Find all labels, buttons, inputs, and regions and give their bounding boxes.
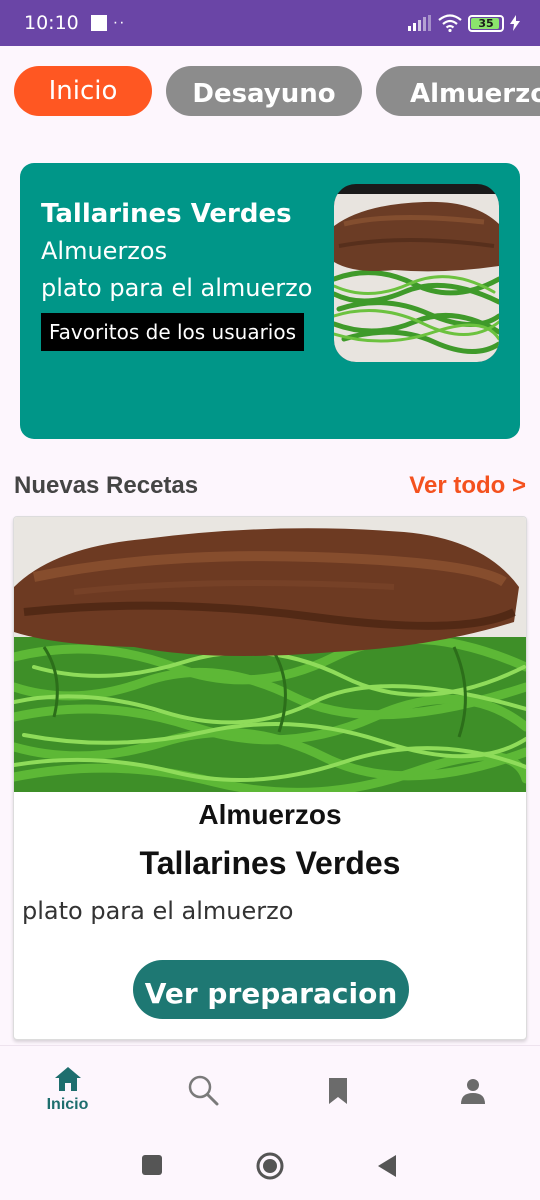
section-header: Nuevas Recetas Ver todo >	[14, 470, 526, 502]
system-navigation	[0, 1130, 540, 1200]
chip-almuerzos[interactable]: Almuerzos	[376, 66, 540, 116]
home-icon	[54, 1067, 81, 1091]
nav-item-inicio[interactable]: Inicio	[0, 1046, 135, 1131]
pasta-steak-photo-icon	[334, 184, 499, 362]
nav-item-profile[interactable]	[405, 1046, 540, 1131]
battery-level: 35	[478, 16, 494, 30]
status-bar: 10:10 ·· 35	[0, 0, 540, 46]
featured-image	[334, 184, 499, 362]
search-icon	[188, 1075, 218, 1106]
see-all-link[interactable]: Ver todo >	[409, 472, 526, 500]
featured-recipe-card[interactable]: Tallarines Verdes Almuerzos plato para e…	[20, 163, 520, 439]
nav-item-search[interactable]	[135, 1046, 270, 1131]
charging-icon	[510, 15, 520, 31]
recipe-title: Tallarines Verdes	[139, 845, 401, 881]
recipe-category: Almuerzos	[198, 799, 342, 830]
featured-description: plato para el almuerzo	[41, 274, 313, 302]
back-icon[interactable]	[376, 1154, 398, 1178]
battery-icon: 35	[468, 14, 504, 32]
pasta-steak-photo-icon	[14, 517, 526, 797]
recipe-card[interactable]: Almuerzos Tallarines Verdes plato para e…	[13, 516, 527, 1040]
status-time: 10:10	[24, 12, 79, 34]
notification-icon	[90, 15, 107, 31]
signal-icon	[408, 15, 431, 31]
nav-label-inicio: Inicio	[46, 1096, 89, 1113]
home-circle-icon[interactable]	[256, 1152, 284, 1180]
chip-inicio[interactable]: Inicio	[14, 66, 152, 116]
more-notifications-icon: ··	[112, 14, 126, 31]
chip-desayuno[interactable]: Desayuno	[166, 66, 362, 116]
featured-category: Almuerzos	[41, 237, 168, 265]
section-title: Nuevas Recetas	[14, 472, 199, 499]
person-icon	[460, 1079, 485, 1104]
recipe-image	[14, 517, 526, 797]
recents-icon[interactable]	[141, 1154, 163, 1176]
bookmark-icon	[328, 1078, 347, 1104]
category-chips: Inicio Desayuno Almuerzos	[14, 66, 540, 116]
status-icons: 35	[408, 14, 520, 32]
favorites-badge: Favoritos de los usuarios	[41, 313, 305, 351]
wifi-icon	[438, 14, 462, 32]
nav-item-bookmarks[interactable]	[270, 1046, 405, 1131]
featured-title: Tallarines Verdes	[41, 199, 292, 229]
recipe-description: plato para el almuerzo	[22, 897, 294, 925]
bottom-navigation: Inicio	[0, 1045, 540, 1130]
view-preparation-button[interactable]: Ver preparacion	[133, 960, 409, 1019]
